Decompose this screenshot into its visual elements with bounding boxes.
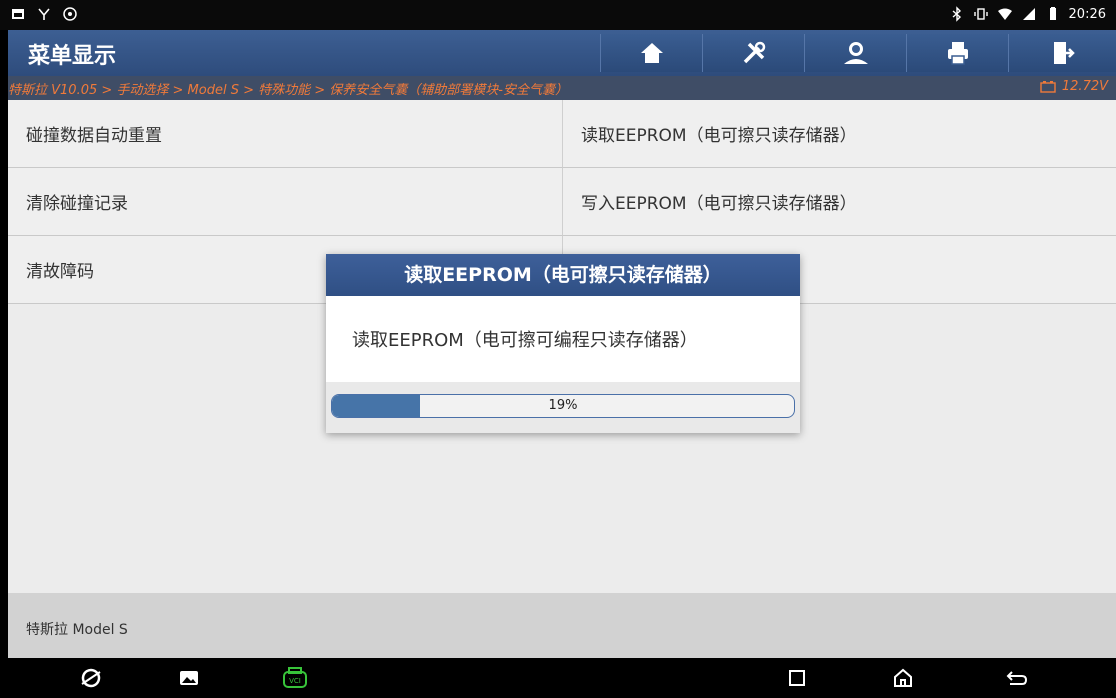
car-battery-icon (1040, 81, 1056, 93)
user-icon (843, 42, 868, 64)
browser-icon (81, 668, 101, 688)
recents-icon (789, 670, 805, 686)
exit-icon (1053, 42, 1075, 64)
gallery-icon (180, 671, 198, 685)
battery-icon (1049, 7, 1056, 20)
progress-percent: 19% (548, 398, 578, 413)
wifi-icon (997, 8, 1012, 20)
menu-item-read-eeprom[interactable]: 读取EEPROM（电可擦只读存储器） (562, 100, 1116, 168)
home-button[interactable] (600, 34, 702, 72)
menu-item-clear-crash-records[interactable]: 清除碰撞记录 (8, 168, 562, 236)
exit-button[interactable] (1008, 34, 1116, 72)
progress-area: 19% (326, 382, 800, 433)
usb-debug-icon (38, 8, 50, 20)
page-title: 菜单显示 (28, 44, 117, 69)
status-time: 20:26 (1068, 6, 1106, 22)
vci-button[interactable]: VCI (282, 666, 308, 690)
browser-button[interactable] (78, 666, 104, 690)
breadcrumb-bar: 特斯拉 V10.05 > 手动选择 > Model S > 特殊功能 > 保养安… (8, 76, 1116, 100)
home-nav-icon (894, 668, 912, 687)
print-icon (947, 42, 968, 65)
header-bar: 菜单显示 (8, 30, 1116, 76)
home-icon (640, 43, 663, 63)
back-icon (1006, 671, 1028, 685)
gallery-button[interactable] (176, 666, 202, 690)
voltage-value: 12.72V (1061, 79, 1108, 94)
notification-icon (12, 9, 24, 19)
dialog-title: 读取EEPROM（电可擦只读存储器） (326, 254, 800, 296)
footer-bar: 特斯拉 Model S (8, 593, 1116, 658)
user-button[interactable] (804, 34, 906, 72)
recents-button[interactable] (784, 666, 810, 690)
svg-text:VCI: VCI (289, 677, 301, 685)
vibrate-icon (973, 8, 988, 20)
navigation-bar: VCI (0, 658, 1116, 698)
dialog-message: 读取EEPROM（电可擦可编程只读存储器） (352, 330, 698, 351)
back-button[interactable] (1004, 666, 1030, 690)
vehicle-model: 特斯拉 Model S (26, 622, 128, 638)
settings-app-icon (63, 7, 77, 21)
vci-icon: VCI (283, 667, 307, 688)
progress-bar: 19% (331, 394, 795, 418)
tools-icon (743, 41, 765, 64)
menu-item-crash-data-reset[interactable]: 碰撞数据自动重置 (8, 100, 562, 168)
progress-dialog: 读取EEPROM（电可擦只读存储器） 读取EEPROM（电可擦可编程只读存储器）… (326, 254, 800, 433)
signal-icon (1022, 8, 1035, 20)
menu-item-write-eeprom[interactable]: 写入EEPROM（电可擦只读存储器） (562, 168, 1116, 236)
breadcrumb: 特斯拉 V10.05 > 手动选择 > Model S > 特殊功能 > 保养安… (8, 83, 568, 98)
home-nav-button[interactable] (890, 666, 916, 690)
tools-button[interactable] (702, 34, 804, 72)
print-button[interactable] (906, 34, 1008, 72)
bluetooth-icon (952, 6, 961, 22)
voltage-indicator: 12.72V (1040, 79, 1108, 94)
status-bar: 20:26 (0, 0, 1116, 30)
